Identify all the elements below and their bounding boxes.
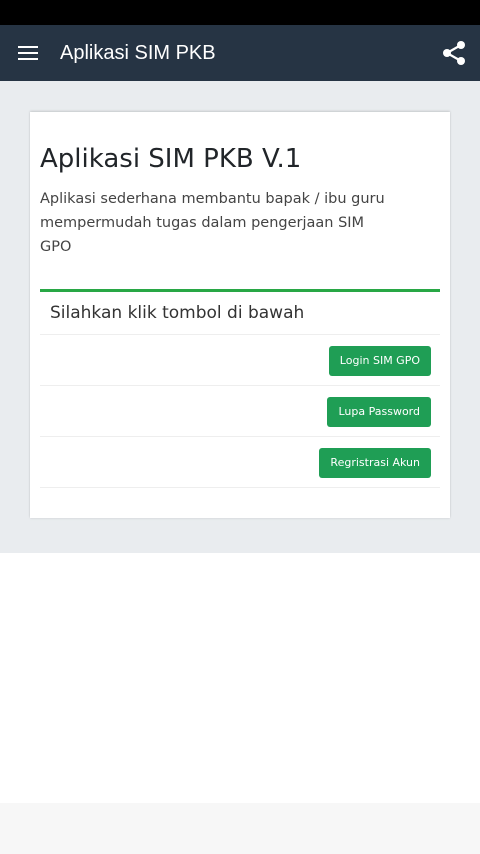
card-description: Aplikasi sederhana membantu bapak / ibu … — [40, 191, 385, 255]
login-sim-gpo-button[interactable]: Login SIM GPO — [328, 346, 431, 376]
registrasi-akun-button[interactable]: Regristrasi Akun — [319, 448, 431, 478]
card-title: Aplikasi SIM PKB V.1 — [40, 144, 302, 174]
app-bar: Aplikasi SIM PKB — [0, 25, 480, 81]
list-item: Login SIM GPO — [40, 335, 440, 386]
status-bar — [0, 0, 480, 25]
list-item: Regristrasi Akun — [40, 437, 440, 488]
list-item: Lupa Password — [40, 386, 440, 437]
lupa-password-button[interactable]: Lupa Password — [327, 397, 431, 427]
navigation-bar — [0, 803, 480, 854]
menu-button[interactable] — [12, 37, 44, 69]
action-list: Silahkan klik tombol di bawah Login SIM … — [40, 289, 440, 488]
share-icon — [443, 41, 465, 65]
list-header: Silahkan klik tombol di bawah — [40, 292, 440, 335]
hamburger-menu-icon — [18, 46, 38, 60]
share-button[interactable] — [438, 37, 470, 69]
app-title: Aplikasi SIM PKB — [60, 42, 216, 64]
info-card: Aplikasi SIM PKB V.1 Aplikasi sederhana … — [30, 112, 450, 518]
content-area: Aplikasi SIM PKB V.1 Aplikasi sederhana … — [0, 81, 480, 553]
